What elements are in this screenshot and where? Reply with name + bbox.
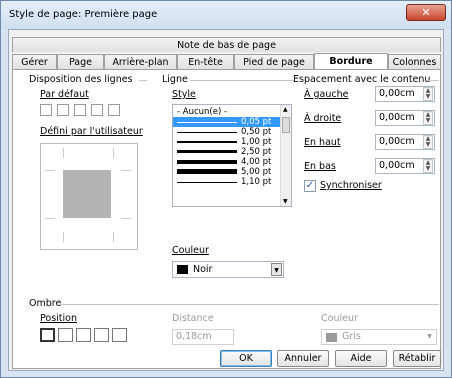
shadow-top-left-icon[interactable] bbox=[112, 328, 127, 342]
ok-button[interactable]: OK bbox=[220, 350, 272, 367]
border-none-preset-icon[interactable] bbox=[40, 104, 52, 116]
default-presets bbox=[40, 104, 122, 118]
dialog-client: Note de bas de page Gérer Page Arrière-p… bbox=[8, 29, 444, 371]
tab-pied-de-page[interactable]: Pied de page bbox=[234, 54, 314, 69]
spacing-right-spinner[interactable]: ▲ ▼ bbox=[423, 111, 433, 125]
scroll-up-icon[interactable]: ▲ bbox=[283, 106, 288, 113]
line-arrangement-header: Disposition des lignes bbox=[29, 74, 133, 85]
line-header: Ligne bbox=[162, 74, 188, 85]
shadow-color-select[interactable]: Gris ▼ bbox=[321, 329, 437, 345]
list-item[interactable]: 0,50 pt bbox=[173, 127, 291, 137]
spacing-top-label: En haut bbox=[304, 137, 341, 148]
user-defined-label: Défini par l'utilisateur bbox=[40, 126, 143, 137]
shadow-distance-input[interactable]: 0,18cm bbox=[172, 329, 234, 345]
list-item[interactable]: 5,00 pt bbox=[173, 167, 291, 177]
spacing-bottom-label: En bas bbox=[304, 161, 336, 172]
dialog-window: Style de page: Première page ✕ Note de b… bbox=[0, 0, 452, 378]
sync-label: Synchroniser bbox=[320, 180, 382, 191]
close-button[interactable]: ✕ bbox=[406, 4, 446, 21]
title-bar: Style de page: Première page ✕ bbox=[1, 1, 451, 29]
sync-checkbox[interactable]: ✓ bbox=[304, 180, 316, 192]
shadow-bottom-right-icon[interactable] bbox=[58, 328, 73, 342]
help-button[interactable]: Aide bbox=[335, 350, 387, 367]
list-item-selected[interactable]: 0,05 pt bbox=[173, 117, 291, 127]
list-item[interactable]: 1,00 pt bbox=[173, 137, 291, 147]
tab-page[interactable]: Page bbox=[57, 54, 104, 69]
style-label: Style bbox=[172, 89, 196, 100]
shadow-header: Ombre bbox=[29, 298, 62, 309]
spacing-header: Espacement avec le contenu bbox=[293, 74, 431, 85]
shadow-position-presets bbox=[40, 328, 130, 344]
list-scrollbar[interactable]: ▲ ▼ bbox=[280, 105, 291, 206]
list-item[interactable]: - Aucun(e) - bbox=[173, 107, 291, 117]
border-box-preset-icon[interactable] bbox=[57, 104, 69, 116]
reset-button[interactable]: Rétablir bbox=[393, 350, 441, 367]
line-style-list[interactable]: - Aucun(e) - 0,05 pt 0,50 pt 1,00 pt 2,5… bbox=[172, 104, 292, 207]
window-title: Style de page: Première page bbox=[9, 9, 158, 20]
tab-gerer[interactable]: Gérer bbox=[12, 54, 57, 69]
border-leftright-preset-icon[interactable] bbox=[91, 104, 103, 116]
tab-note-de-bas-de-page[interactable]: Note de bas de page bbox=[12, 37, 441, 52]
list-item[interactable]: 4,00 pt bbox=[173, 157, 291, 167]
spacing-top-spinner[interactable]: ▲ ▼ bbox=[423, 135, 433, 149]
spacing-right-label: À droite bbox=[304, 113, 342, 124]
shadow-position-label: Position bbox=[40, 313, 77, 324]
shadow-color-label: Couleur bbox=[321, 313, 358, 324]
spacing-bottom-spinner[interactable]: ▲ ▼ bbox=[423, 159, 433, 173]
tab-en-tete[interactable]: En-tête bbox=[177, 54, 234, 69]
user-defined-border-preview[interactable] bbox=[40, 143, 138, 250]
list-item[interactable]: 1,10 pt bbox=[173, 177, 291, 187]
scroll-down-icon[interactable]: ▼ bbox=[283, 198, 288, 205]
divider bbox=[190, 80, 294, 81]
scroll-thumb[interactable] bbox=[282, 117, 290, 133]
line-color-select[interactable]: Noir ▼ bbox=[172, 261, 284, 278]
tab-arriere-plan[interactable]: Arrière-plan bbox=[104, 54, 177, 69]
divider bbox=[139, 80, 147, 81]
border-panel: Disposition des lignes Par défaut Défini… bbox=[12, 69, 441, 369]
shadow-bottom-left-icon[interactable] bbox=[94, 328, 109, 342]
chevron-down-icon[interactable]: ▼ bbox=[271, 263, 282, 276]
list-item[interactable]: 2,50 pt bbox=[173, 147, 291, 157]
default-label: Par défaut bbox=[40, 89, 89, 100]
spacing-left-spinner[interactable]: ▲ ▼ bbox=[423, 87, 433, 101]
chevron-down-icon[interactable]: ▼ bbox=[424, 331, 435, 343]
spacing-left-label: À gauche bbox=[304, 89, 349, 100]
color-label: Couleur bbox=[172, 245, 209, 256]
divider bbox=[59, 304, 439, 305]
tab-colonnes[interactable]: Colonnes bbox=[388, 54, 441, 69]
cancel-button[interactable]: Annuler bbox=[277, 350, 329, 367]
shadow-distance-label: Distance bbox=[172, 313, 214, 324]
divider bbox=[427, 80, 439, 81]
border-topbottom-preset-icon[interactable] bbox=[108, 104, 120, 116]
shadow-top-right-icon[interactable] bbox=[76, 328, 91, 342]
page-preview bbox=[63, 170, 111, 218]
border-outer-preset-icon[interactable] bbox=[74, 104, 86, 116]
tab-bordure[interactable]: Bordure bbox=[314, 53, 388, 70]
shadow-none-icon[interactable] bbox=[40, 328, 55, 342]
color-swatch bbox=[326, 333, 337, 342]
color-swatch bbox=[177, 265, 188, 274]
